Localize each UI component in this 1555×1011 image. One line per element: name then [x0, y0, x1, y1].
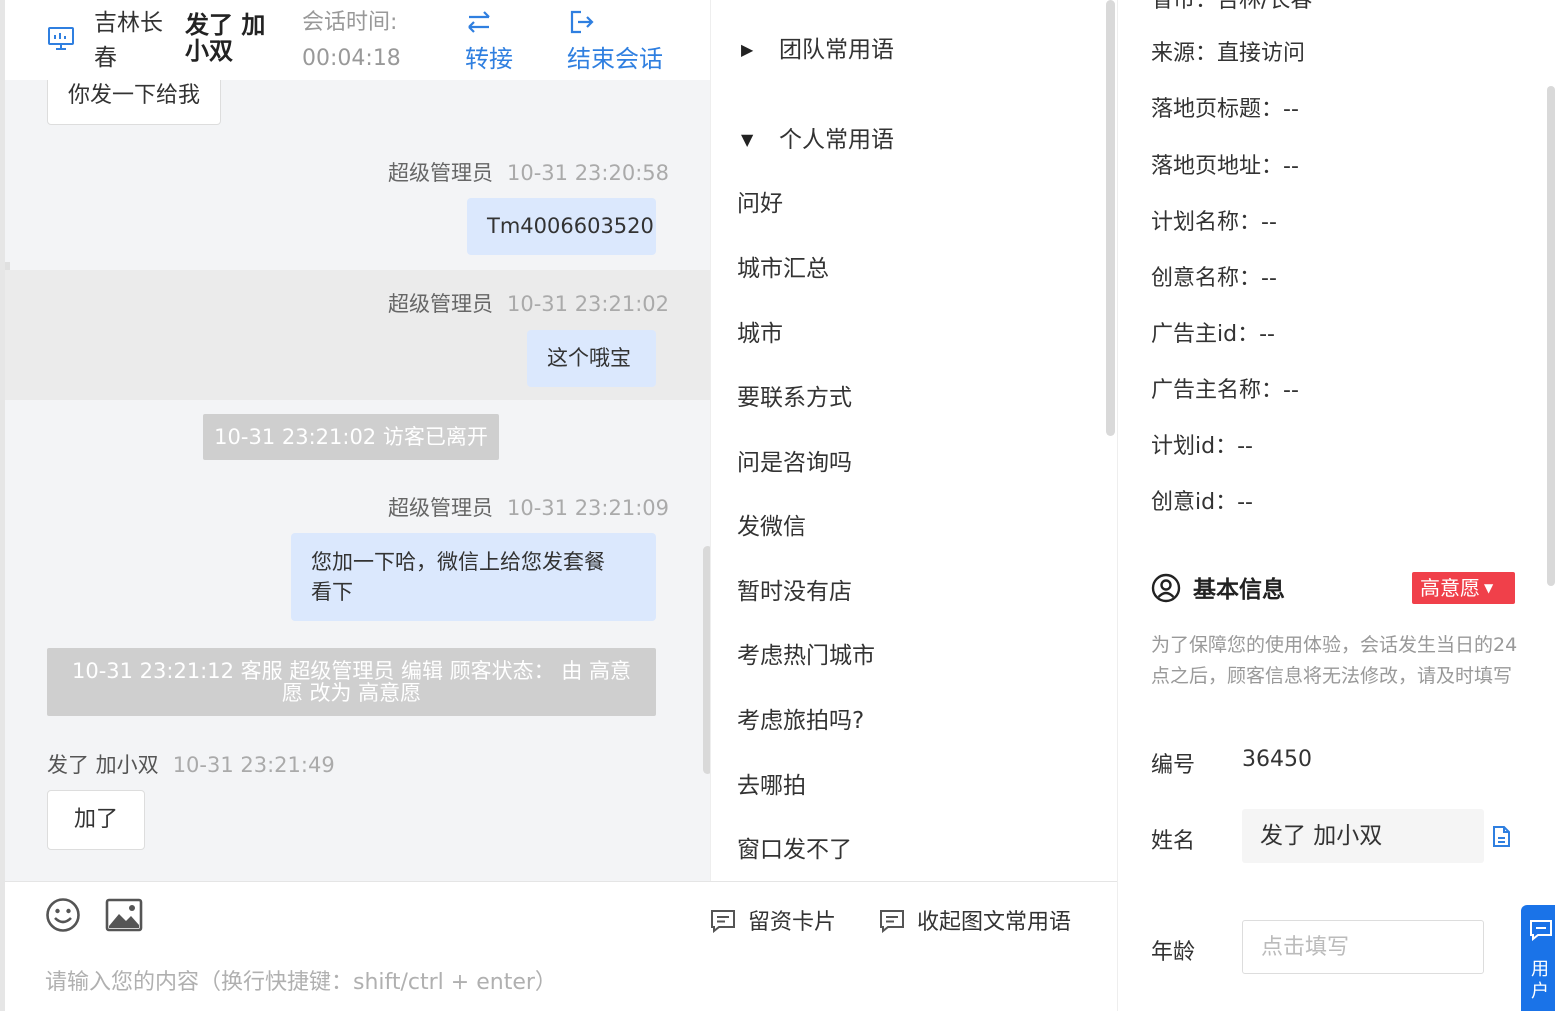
caret-down-icon: ▼ — [1484, 581, 1494, 595]
chat-header: 吉林长春 发了 加小双 会话时间: 00:04:18 转接 结束会话 — [5, 0, 710, 80]
phrase-item[interactable]: 发微信 — [737, 507, 806, 541]
lead-card-button[interactable]: 留资卡片 — [710, 904, 836, 936]
chat-scrollbar[interactable] — [703, 546, 710, 774]
info-scrollbar[interactable] — [1547, 86, 1555, 586]
user-circle-icon — [1151, 573, 1181, 603]
info-row-plan-id: 计划id：-- — [1151, 434, 1253, 459]
message-time: 10-31 23:20:58 — [507, 161, 670, 185]
age-label: 年龄 — [1151, 940, 1196, 965]
phrase-item[interactable]: 问是咨询吗 — [737, 443, 852, 477]
message-text: 这个哦宝 — [547, 346, 631, 370]
collapse-phrases-label: 收起图文常用语 — [917, 910, 1072, 935]
phrase-item[interactable]: 去哪拍 — [737, 766, 806, 800]
basic-info-label: 基本信息 — [1193, 577, 1285, 603]
info-row-landing-title: 落地页标题：-- — [1151, 97, 1299, 122]
id-label: 编号 — [1151, 753, 1196, 778]
message-text: 你发一下给我 — [68, 83, 201, 108]
system-notice-text: 10-31 23:21:02 访客已离开 — [214, 425, 488, 449]
phrase-item[interactable]: 窗口发不了 — [737, 830, 852, 864]
basic-info-title: 基本信息 — [1151, 570, 1285, 604]
message-time: 10-31 23:21:49 — [172, 753, 335, 777]
system-notice-text: 10-31 23:21:12 客服 超级管理员 编辑 顾客状态： 由 高意 — [71, 659, 632, 683]
phrases-panel: ▶ 团队常用语 ▼ 个人常用语 问好 城市汇总 城市 要联系方式 问是咨询吗 发微信… — [710, 0, 1117, 881]
phrase-item[interactable]: 城市 — [737, 314, 783, 348]
customer-info-panel: 省市：吉林/长春 来源：直接访问 落地页标题：-- 落地页地址：-- 计划名称：… — [1117, 0, 1555, 1011]
info-row-plan-name: 计划名称：-- — [1151, 210, 1277, 235]
message-meta: 超级管理员 10-31 23:21:09 — [388, 492, 669, 522]
message-meta: 超级管理员 10-31 23:20:58 — [388, 157, 669, 187]
message-meta: 超级管理员 10-31 23:21:02 — [388, 288, 669, 318]
session-time: 00:04:18 — [302, 46, 401, 71]
message-time: 10-31 23:21:02 — [507, 292, 670, 316]
phrase-item[interactable]: 暂时没有店 — [737, 572, 852, 606]
phrase-item[interactable]: 考虑热门城市 — [737, 636, 875, 670]
message-text: 加了 — [74, 807, 119, 832]
lead-card-label: 留资卡片 — [748, 910, 837, 935]
name-label: 姓名 — [1151, 829, 1196, 854]
image-icon[interactable] — [105, 898, 143, 932]
info-row-region: 省市：吉林/长春 — [1151, 0, 1313, 13]
phrases-scrollbar[interactable] — [1106, 0, 1115, 436]
message-sender: 超级管理员 — [388, 161, 493, 185]
user-panel-tab[interactable]: 用户 — [1521, 905, 1555, 1011]
intent-status-label: 高意愿 — [1420, 576, 1480, 600]
edit-notice: 为了保障您的使用体验，会话发生当日的24点之后，顾客信息将无法修改，请及时填写 — [1151, 634, 1518, 687]
system-notice-text: 愿 改为 高意愿 — [281, 681, 422, 705]
id-value: 36450 — [1242, 747, 1312, 772]
end-session-button[interactable]: 结束会话 — [567, 0, 677, 80]
transfer-label: 转接 — [465, 45, 513, 73]
personal-phrases-group[interactable]: ▼ 个人常用语 — [741, 120, 894, 154]
message-sender: 超级管理员 — [388, 496, 493, 520]
user-tab-label: 用户 — [1531, 959, 1549, 1002]
visitor-name: 发了 加小双 — [185, 11, 266, 65]
phrase-item[interactable]: 要联系方式 — [737, 378, 852, 412]
phrase-item[interactable]: 问好 — [737, 184, 783, 218]
intent-status-dropdown[interactable]: 高意愿 ▼ — [1412, 572, 1515, 604]
info-row-source: 来源：直接访问 — [1151, 41, 1306, 66]
name-field[interactable]: 发了 加小双 — [1242, 809, 1484, 863]
info-row-landing-url: 落地页地址：-- — [1151, 154, 1299, 179]
agent-message-bubble: 这个哦宝 — [527, 330, 656, 387]
system-notice: 10-31 23:21:02 访客已离开 — [203, 414, 499, 460]
message-icon — [711, 910, 735, 934]
visitor-location: 吉林长春 — [94, 10, 163, 71]
emoji-icon[interactable] — [45, 897, 81, 933]
logout-icon — [570, 10, 594, 34]
end-session-label: 结束会话 — [567, 45, 663, 73]
visitor-message-bubble: 加了 — [47, 790, 146, 850]
phrase-item[interactable]: 考虑旅拍吗? — [737, 701, 864, 735]
message-input-area: 留资卡片 收起图文常用语 — [0, 881, 1117, 1011]
info-row-creative-id: 创意id：-- — [1151, 490, 1253, 515]
message-text-line: 看下 — [311, 580, 353, 604]
agent-message-bubble: Tm4006603520 — [467, 198, 656, 255]
message-text: Tm4006603520 — [487, 214, 654, 238]
caret-down-icon: ▼ — [741, 130, 754, 149]
caret-right-icon: ▶ — [741, 40, 754, 59]
agent-message-bubble: 您加一下哈，微信上给您发套餐 看下 — [291, 533, 656, 621]
info-row-advertiser-name: 广告主名称：-- — [1151, 378, 1299, 403]
swap-arrows-icon — [468, 11, 490, 33]
message-text-line: 您加一下哈，微信上给您发套餐 — [311, 550, 605, 574]
message-time: 10-31 23:21:09 — [507, 496, 670, 520]
transfer-button[interactable]: 转接 — [465, 0, 525, 80]
team-phrases-group[interactable]: ▶ 团队常用语 — [741, 30, 894, 64]
collapse-phrases-button[interactable]: 收起图文常用语 — [879, 904, 1071, 936]
session-time-label: 会话时间: — [302, 10, 398, 35]
phrase-item[interactable]: 城市汇总 — [737, 249, 829, 283]
chat-panel: 吉林长春 发了 加小双 会话时间: 00:04:18 转接 结束会话 你发一下给… — [0, 0, 710, 881]
group-label: 个人常用语 — [779, 127, 894, 153]
info-row-creative-name: 创意名称：-- — [1151, 266, 1277, 291]
monitor-icon — [48, 27, 74, 50]
info-row-advertiser-id: 广告主id：-- — [1151, 322, 1275, 347]
message-sender: 超级管理员 — [388, 292, 493, 316]
copy-icon[interactable] — [1490, 823, 1512, 849]
age-input[interactable] — [1242, 920, 1484, 974]
system-notice: 10-31 23:21:12 客服 超级管理员 编辑 顾客状态： 由 高意 愿 … — [47, 648, 656, 716]
chat-bubble-icon — [1530, 920, 1552, 941]
message-input[interactable] — [45, 962, 1095, 1002]
message-icon — [880, 910, 904, 934]
message-meta: 发了 加小双 10-31 23:21:49 — [47, 749, 335, 779]
message-sender: 发了 加小双 — [47, 753, 159, 777]
group-label: 团队常用语 — [779, 37, 894, 63]
